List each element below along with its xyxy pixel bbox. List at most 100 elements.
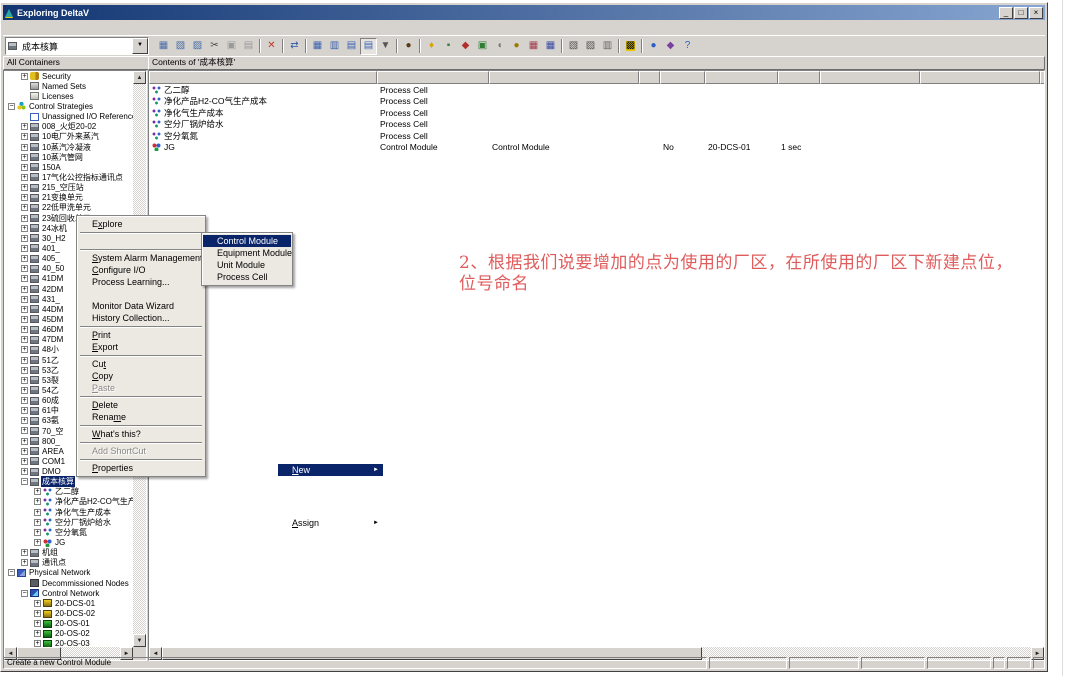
maximize-button[interactable]: □: [1014, 7, 1028, 19]
净化气生产成本[interactable]: 净化气生产成本 Process Cell: [149, 107, 1044, 119]
sis-icon[interactable]: ▩: [622, 38, 639, 55]
tree-expander[interactable]: +: [21, 123, 28, 130]
tree-expander[interactable]: +: [21, 296, 28, 303]
context-menu-item[interactable]: Cut ►: [78, 358, 204, 370]
tree-expander[interactable]: +: [21, 154, 28, 161]
tree-expander[interactable]: +: [21, 184, 28, 191]
menubar-item[interactable]: [15, 22, 27, 34]
JG[interactable]: JG Control Module Control Module No 20-D…: [149, 142, 1044, 154]
tree-expander[interactable]: +: [21, 417, 28, 424]
tree-expander[interactable]: +: [21, 255, 28, 262]
tree-expander[interactable]: +: [21, 235, 28, 242]
module-blue-icon[interactable]: ▦: [542, 38, 559, 55]
tree-item[interactable]: + 150A: [4, 162, 133, 172]
tree-item[interactable]: + 机组: [4, 548, 133, 558]
cut-icon[interactable]: ✂: [206, 38, 223, 55]
container-combobox[interactable]: 成本核算 ▼: [5, 37, 149, 55]
submenu-item[interactable]: Equipment Module ►: [203, 247, 291, 259]
books-colored-icon[interactable]: ◆: [662, 38, 679, 55]
column-header[interactable]: [639, 71, 660, 84]
delete-icon[interactable]: ✕: [263, 38, 280, 55]
tree-expander[interactable]: +: [21, 275, 28, 282]
paste-icon[interactable]: ▤: [240, 38, 257, 55]
minimize-button[interactable]: _: [999, 7, 1013, 19]
context-menu-item[interactable]: History Collection... ►: [78, 312, 204, 324]
tree-expander[interactable]: +: [21, 377, 28, 384]
tree-item[interactable]: − 成本核算: [4, 477, 133, 487]
tree-item[interactable]: + 22低甲洗单元: [4, 203, 133, 213]
tree-expander[interactable]: +: [21, 265, 28, 272]
tree-expander[interactable]: +: [34, 498, 41, 505]
tree-item[interactable]: + 乙二醇: [4, 487, 133, 497]
device-icon[interactable]: ▥: [599, 38, 616, 55]
tree-item[interactable]: + 20-DCS-01: [4, 598, 133, 608]
scroll-down-icon[interactable]: ▼: [133, 634, 146, 647]
tree-expander[interactable]: +: [34, 600, 41, 607]
tree-expander[interactable]: +: [21, 164, 28, 171]
tree-expander[interactable]: +: [21, 316, 28, 323]
tree-item[interactable]: + Security: [4, 71, 133, 81]
tree-expander[interactable]: +: [21, 407, 28, 414]
tree-expander[interactable]: +: [34, 519, 41, 526]
tree-item[interactable]: + 净化产品H2-CO气生产成本: [4, 497, 133, 507]
scroll-up-icon[interactable]: ▲: [133, 71, 146, 84]
picture-icon[interactable]: ▣: [474, 38, 491, 55]
red-book-icon[interactable]: ◆: [457, 38, 474, 55]
context-menu-item[interactable]: Delete ►: [78, 399, 204, 411]
tree-expander[interactable]: +: [21, 367, 28, 374]
hierarchy-remote-icon[interactable]: ▨: [189, 38, 206, 55]
column-header[interactable]: [920, 71, 1040, 84]
tree-expander[interactable]: +: [34, 488, 41, 495]
context-menu-item[interactable]: Monitor Data Wizard ►: [78, 300, 204, 312]
tree-item[interactable]: Licenses: [4, 91, 133, 101]
context-menu-item[interactable]: Configure I/O ►: [78, 264, 204, 276]
context-menu-item[interactable]: Print ►: [78, 329, 204, 341]
tree-item[interactable]: Decommissioned Nodes: [4, 578, 133, 588]
combobox-dropdown-icon[interactable]: ▼: [132, 38, 148, 54]
tree-expander[interactable]: +: [21, 144, 28, 151]
column-header[interactable]: [377, 71, 489, 84]
净化产品H2-CO气生产成本[interactable]: 净化产品H2-CO气生产成本 Process Cell: [149, 96, 1044, 108]
tree-expander[interactable]: +: [21, 357, 28, 364]
tree-expander[interactable]: +: [34, 610, 41, 617]
tree-expander[interactable]: +: [21, 346, 28, 353]
context-menu-item[interactable]: Process Learning... ►: [78, 276, 204, 288]
column-header[interactable]: [489, 71, 639, 84]
tree-expander[interactable]: +: [21, 133, 28, 140]
trend-icon[interactable]: ▨: [582, 38, 599, 55]
context-menu-item[interactable]: New ►: [278, 464, 383, 476]
hierarchy-icon[interactable]: ▦: [155, 38, 172, 55]
column-header[interactable]: [820, 71, 920, 84]
乙二醇[interactable]: 乙二醇 Process Cell: [149, 84, 1044, 96]
tree-expander[interactable]: +: [21, 215, 28, 222]
tree-item[interactable]: + 通讯点: [4, 558, 133, 568]
tree-item[interactable]: + 20-OS-03: [4, 639, 133, 647]
tree-expander[interactable]: +: [21, 448, 28, 455]
column-header[interactable]: [660, 71, 705, 84]
column-header[interactable]: [705, 71, 778, 84]
tree-item[interactable]: + 净化气生产成本: [4, 507, 133, 517]
menubar-item[interactable]: [75, 22, 87, 34]
tree-item[interactable]: Unassigned I/O References: [4, 112, 133, 122]
空分氧氮[interactable]: 空分氧氮 Process Cell: [149, 130, 1044, 142]
tree-item[interactable]: + 空分厂锅炉给水: [4, 517, 133, 527]
tree-expander[interactable]: −: [21, 478, 28, 485]
column-header[interactable]: [778, 71, 820, 84]
context-menu-item[interactable]: Rename ►: [78, 411, 204, 423]
tree-expander[interactable]: −: [21, 590, 28, 597]
column-header[interactable]: [149, 71, 377, 84]
submenu-item[interactable]: Unit Module ►: [203, 259, 291, 271]
tree-expander[interactable]: −: [8, 569, 15, 576]
tree-item[interactable]: − Control Network: [4, 588, 133, 598]
user-head-icon[interactable]: ●: [400, 38, 417, 55]
submenu-item[interactable]: Process Cell ►: [203, 271, 291, 283]
assign-user-icon[interactable]: ▪: [440, 38, 457, 55]
context-menu-item[interactable]: Paste ►: [78, 382, 204, 394]
tree-item[interactable]: + 10蒸汽冷凝液: [4, 142, 133, 152]
tree-expander[interactable]: +: [21, 397, 28, 404]
tree-expander[interactable]: +: [21, 286, 28, 293]
menubar-item[interactable]: [51, 22, 63, 34]
tree-expander[interactable]: +: [21, 306, 28, 313]
tree-item[interactable]: + JG: [4, 537, 133, 547]
tree-expander[interactable]: −: [8, 103, 15, 110]
